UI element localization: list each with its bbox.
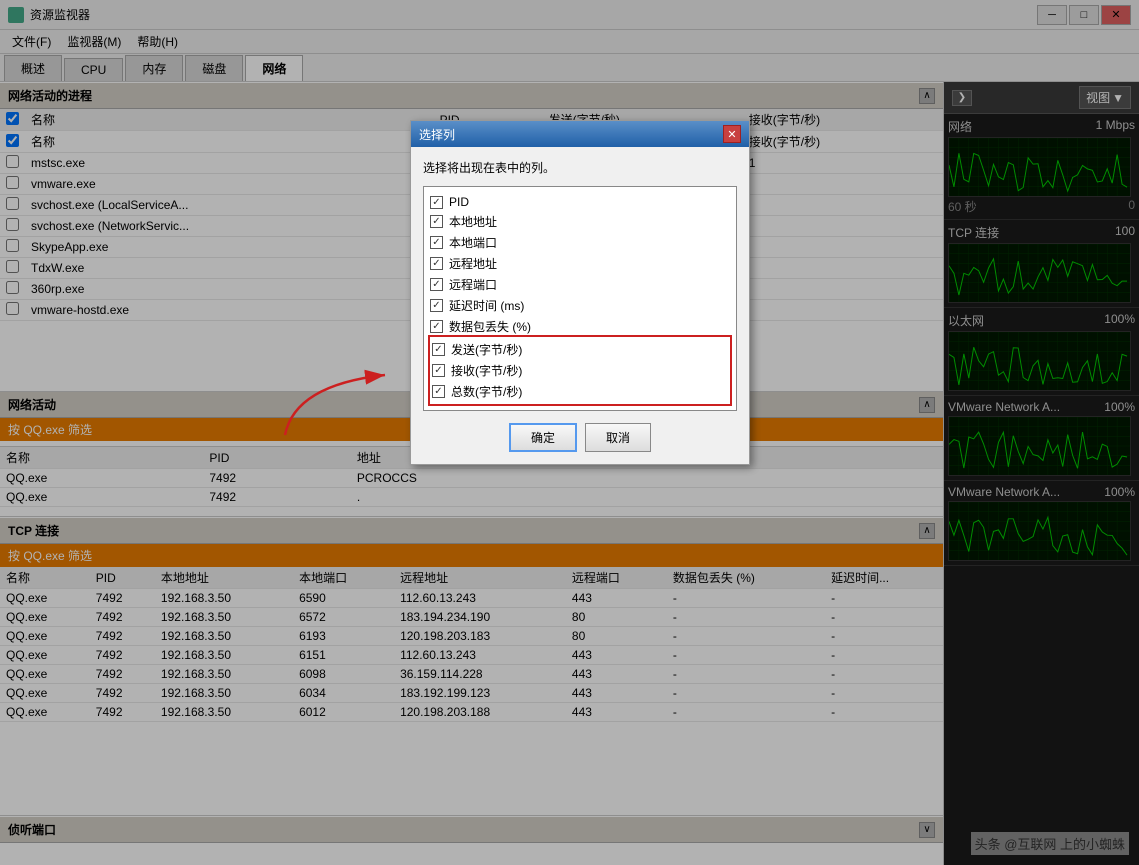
modal-item-checkbox[interactable]	[432, 343, 445, 356]
list-item[interactable]: 接收(字节/秒)	[432, 360, 728, 381]
modal-items-container: PID 本地地址 本地端口 远程地址 远程端口 延迟时间 (ms) 数据包丢失 …	[430, 193, 730, 406]
list-item[interactable]: 延迟时间 (ms)	[430, 295, 730, 316]
list-item[interactable]: 本地地址	[430, 211, 730, 232]
modal-title: 选择列	[419, 126, 455, 143]
modal-item-checkbox[interactable]	[430, 320, 443, 333]
modal-item-label: 延迟时间 (ms)	[449, 297, 524, 314]
modal-item-label: 远程地址	[449, 255, 497, 272]
modal-columns-list: PID 本地地址 本地端口 远程地址 远程端口 延迟时间 (ms) 数据包丢失 …	[423, 186, 737, 411]
modal-highlight-box: 发送(字节/秒) 接收(字节/秒) 总数(字节/秒)	[428, 335, 732, 406]
modal-item-label: 接收(字节/秒)	[451, 362, 522, 379]
modal-cancel-button[interactable]: 取消	[585, 423, 651, 452]
modal-body: 选择将出现在表中的列。 PID 本地地址 本地端口 远程地址 远程端口 延迟时间…	[411, 147, 749, 464]
modal-item-checkbox[interactable]	[430, 257, 443, 270]
select-columns-modal: 选择列 ✕ 选择将出现在表中的列。 PID 本地地址 本地端口 远程地址 远程端…	[410, 120, 750, 465]
modal-item-label: PID	[449, 195, 469, 209]
modal-item-checkbox[interactable]	[430, 299, 443, 312]
list-item[interactable]: PID	[430, 193, 730, 211]
modal-item-label: 远程端口	[449, 276, 497, 293]
modal-footer: 确定 取消	[423, 423, 737, 452]
modal-description: 选择将出现在表中的列。	[423, 159, 737, 176]
modal-item-checkbox[interactable]	[432, 385, 445, 398]
modal-item-checkbox[interactable]	[430, 278, 443, 291]
modal-item-label: 数据包丢失 (%)	[449, 318, 531, 335]
modal-item-checkbox[interactable]	[430, 215, 443, 228]
modal-item-label: 本地地址	[449, 213, 497, 230]
modal-title-bar: 选择列 ✕	[411, 121, 749, 147]
modal-confirm-button[interactable]: 确定	[509, 423, 577, 452]
modal-item-label: 总数(字节/秒)	[451, 383, 522, 400]
modal-close-button[interactable]: ✕	[723, 125, 741, 143]
list-item[interactable]: 远程地址	[430, 253, 730, 274]
modal-item-checkbox[interactable]	[430, 196, 443, 209]
list-item[interactable]: 本地端口	[430, 232, 730, 253]
list-item[interactable]: 远程端口	[430, 274, 730, 295]
modal-item-label: 本地端口	[449, 234, 497, 251]
modal-item-checkbox[interactable]	[432, 364, 445, 377]
list-item[interactable]: 总数(字节/秒)	[432, 381, 728, 402]
list-item[interactable]: 数据包丢失 (%)	[430, 316, 730, 337]
list-item[interactable]: 发送(字节/秒)	[432, 339, 728, 360]
modal-item-label: 发送(字节/秒)	[451, 341, 522, 358]
modal-overlay: 选择列 ✕ 选择将出现在表中的列。 PID 本地地址 本地端口 远程地址 远程端…	[0, 0, 1139, 865]
modal-item-checkbox[interactable]	[430, 236, 443, 249]
